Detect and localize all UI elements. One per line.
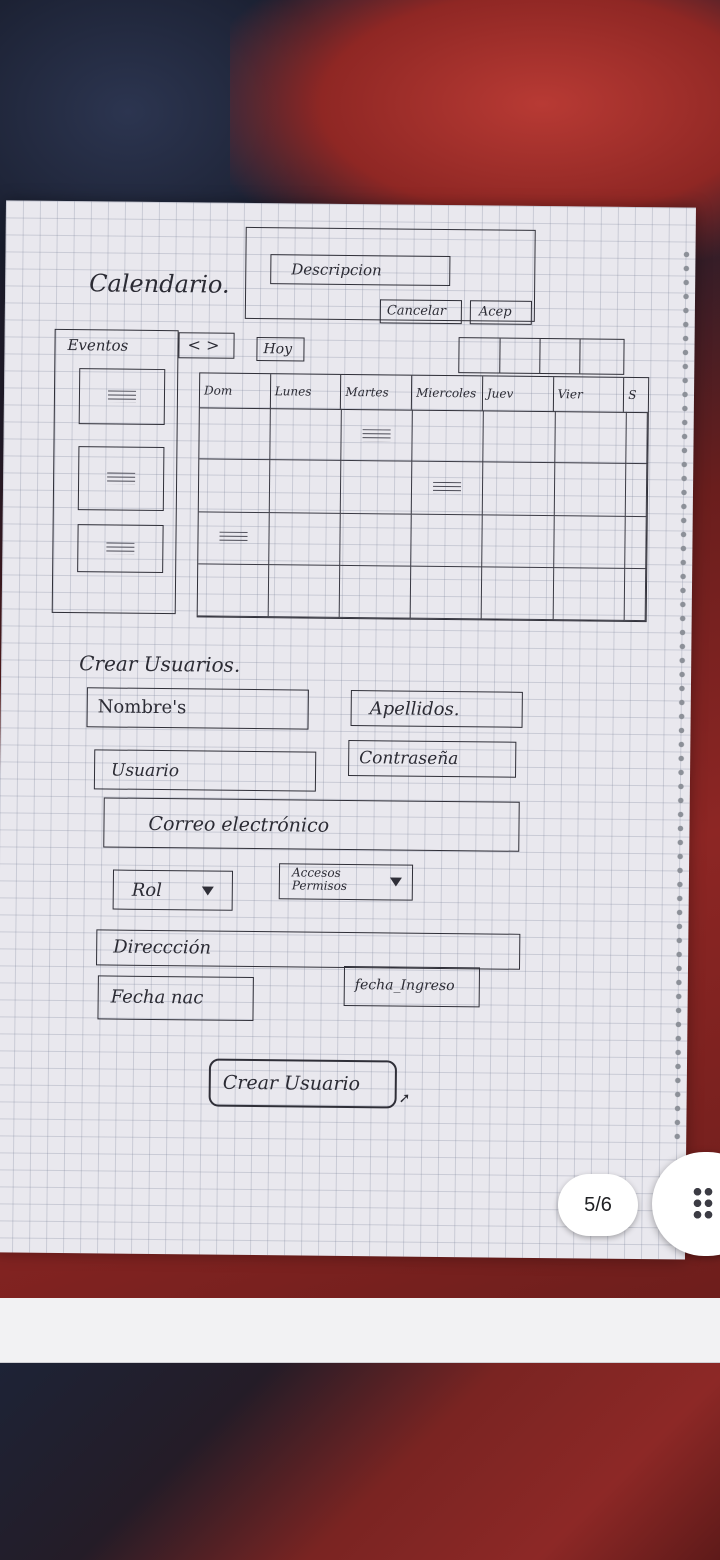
notebook-page-sketch: Calendario. Descripcion Cancelar Acep Ev…	[0, 200, 696, 1260]
nombres-label: Nombre's	[97, 696, 187, 719]
create-users-title: Crear Usuarios.	[79, 651, 241, 677]
calendar-title: Calendario.	[89, 269, 230, 299]
events-label: Eventos	[67, 336, 129, 355]
today-label: Hoy	[263, 341, 293, 358]
day-tuesday: Martes	[341, 374, 413, 410]
events-sidebar: Eventos	[51, 328, 179, 615]
accesos-label: Accesos Permisos	[291, 865, 348, 893]
chevron-down-icon	[389, 877, 402, 887]
chevron-down-icon	[201, 886, 214, 896]
accesos-dropdown: Accesos Permisos	[278, 863, 414, 901]
day-sunday: Dom	[199, 373, 271, 409]
correo-field: Correo electrónico	[103, 797, 520, 852]
contrasena-label: Contraseña	[359, 748, 459, 770]
photo-viewer-current: Calendario. Descripcion Cancelar Acep Ev…	[0, 0, 720, 1298]
apellidos-field: Apellidos.	[350, 690, 523, 728]
direccion-label: Direccción	[113, 936, 212, 959]
direccion-field: Direccción	[96, 929, 521, 970]
event-card	[78, 368, 166, 426]
day-friday: Vier	[553, 377, 625, 412]
correo-label: Correo electrónico	[148, 812, 330, 837]
page-indicator-text: 5/6	[584, 1193, 612, 1216]
event-card	[77, 524, 164, 574]
event-marker	[362, 428, 391, 442]
day-saturday: S	[628, 387, 637, 403]
description-popup: Descripcion Cancelar Acep	[244, 226, 536, 325]
fecha-nac-label: Fecha nac	[110, 986, 204, 1009]
day-wednesday: Miercoles	[412, 375, 484, 411]
calendar-cells	[197, 407, 648, 622]
event-card	[77, 446, 165, 512]
event-marker	[433, 481, 462, 495]
view-switcher	[458, 337, 625, 375]
create-user-label: Crear Usuario	[222, 1071, 361, 1096]
fecha-nac-field: Fecha nac	[97, 975, 254, 1022]
today-button: Hoy	[256, 337, 305, 362]
usuario-label: Usuario	[110, 760, 180, 782]
accept-label: Acep	[478, 304, 512, 320]
usuario-field: Usuario	[93, 749, 317, 792]
accept-button: Acep	[469, 300, 532, 325]
rol-label: Rol	[131, 879, 163, 902]
event-marker	[219, 531, 248, 545]
rol-dropdown: Rol	[112, 869, 234, 911]
cancel-label: Cancelar	[386, 303, 447, 320]
description-label: Descripcion	[291, 260, 382, 280]
cursor-icon: ➚	[398, 1090, 411, 1107]
fecha-ingreso-label: fecha_Ingreso	[354, 977, 455, 995]
page-indicator: 5/6	[558, 1174, 638, 1236]
prev-next-nav: < >	[178, 332, 235, 359]
day-monday: Lunes	[270, 374, 342, 409]
grid-dots-icon	[692, 1186, 714, 1220]
fecha-ingreso-field: fecha_Ingreso	[343, 965, 481, 1008]
spiral-binding	[670, 247, 694, 1148]
nav-arrows: < >	[187, 335, 220, 355]
nombres-field: Nombre's	[86, 687, 309, 730]
description-field: Descripcion	[270, 254, 451, 287]
create-user-button-sketch: Crear Usuario	[208, 1058, 398, 1109]
apellidos-label: Apellidos.	[369, 698, 460, 721]
photo-viewer-next-preview[interactable]	[0, 1363, 720, 1560]
contrasena-field: Contraseña	[348, 740, 517, 778]
viewer-separator	[0, 1298, 720, 1363]
calendar-grid: Dom Lunes Martes Miercoles Juev Vier S	[196, 372, 650, 623]
cancel-button: Cancelar	[379, 299, 462, 325]
day-thursday: Juev	[482, 376, 554, 412]
